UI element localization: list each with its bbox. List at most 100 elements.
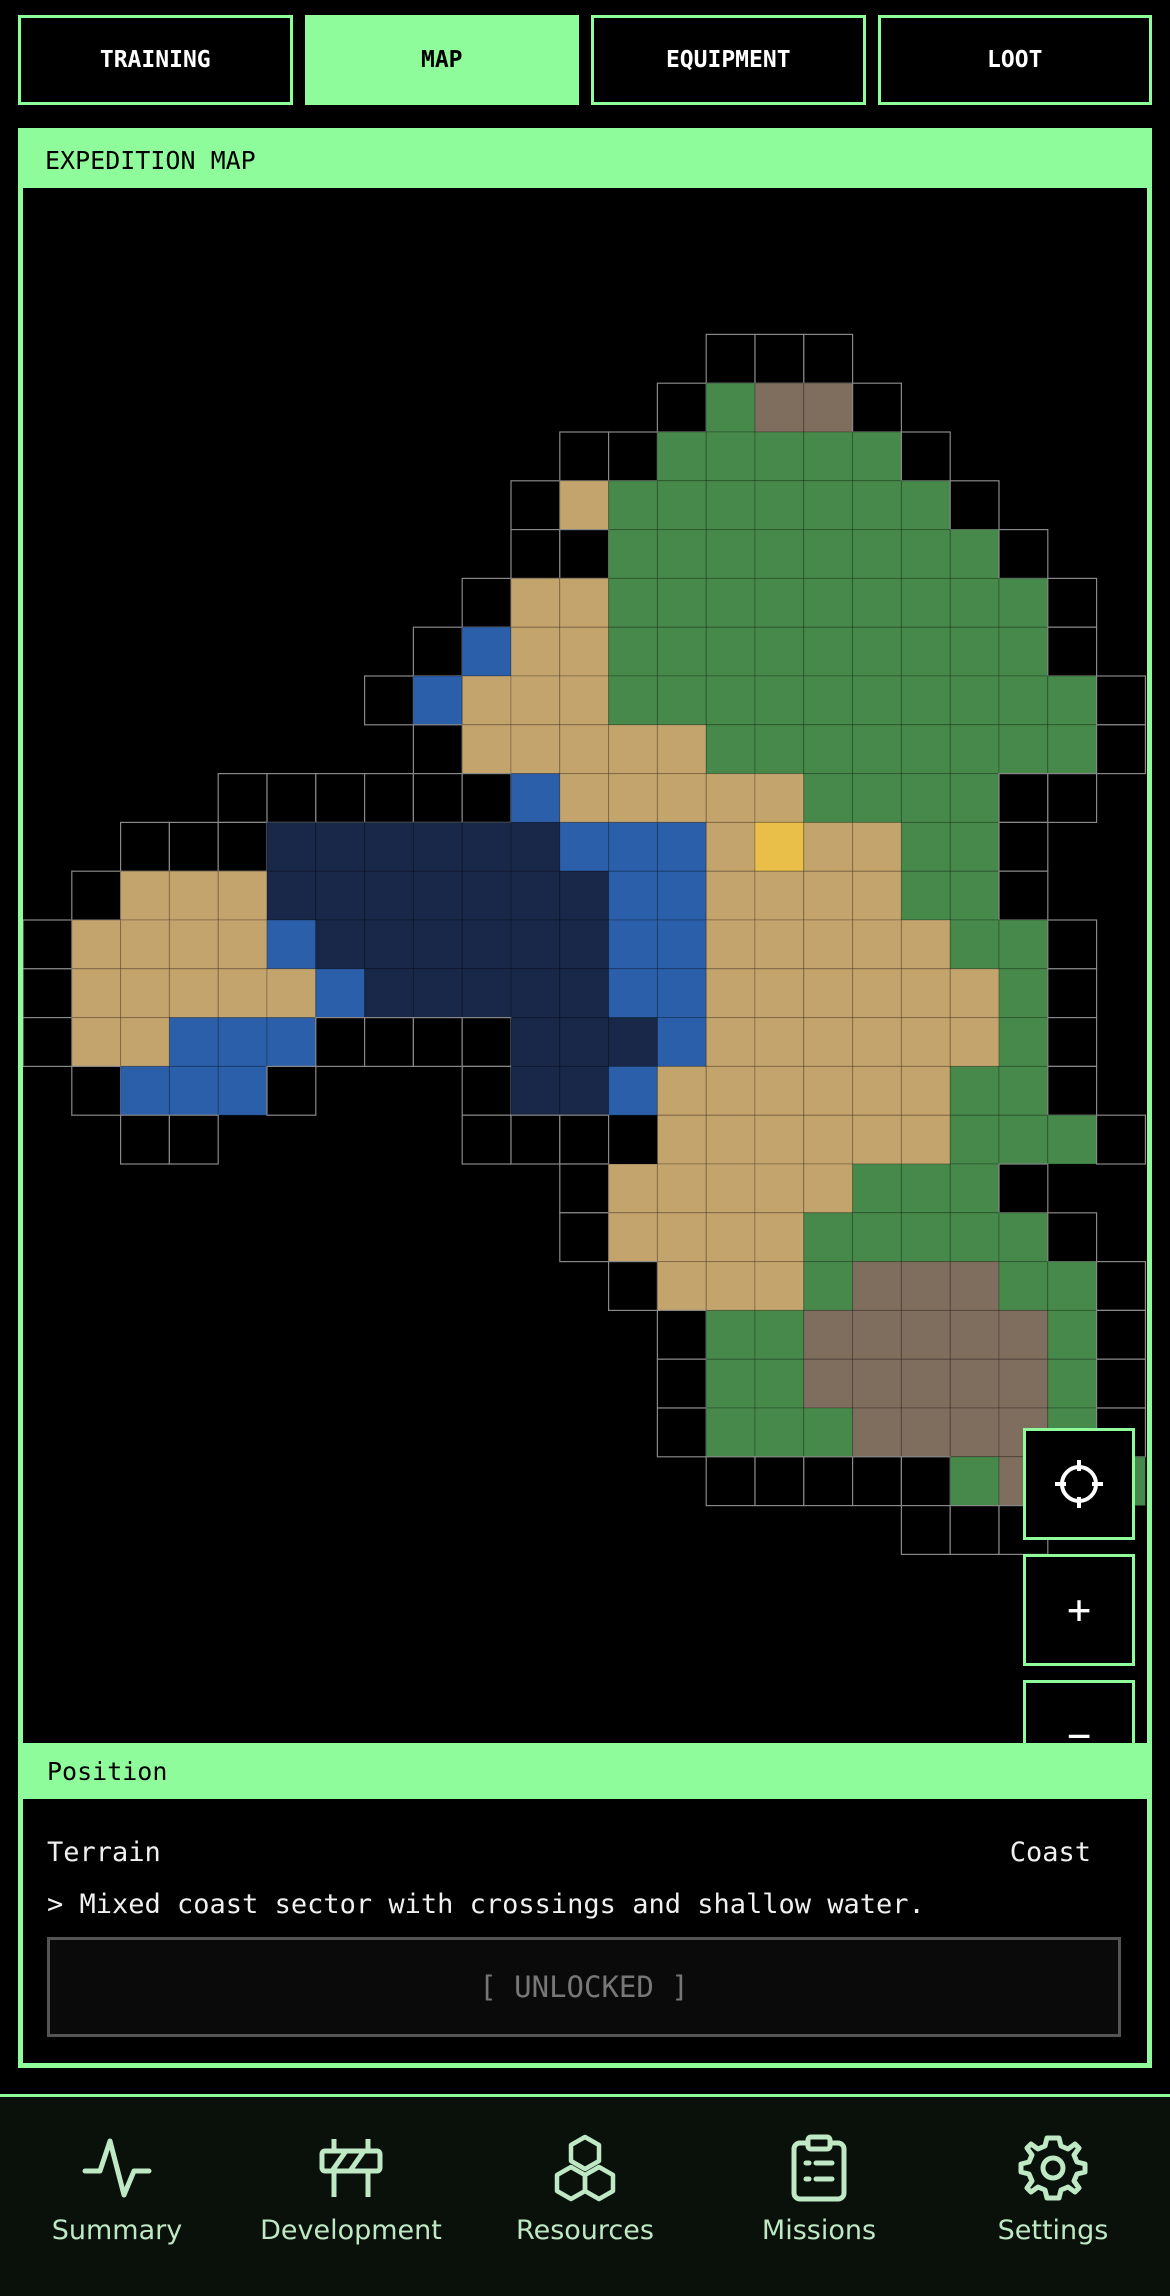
tab-loot[interactable]: LOOT [877, 15, 1152, 105]
grassland-tile[interactable] [852, 480, 902, 531]
fog-tile[interactable] [900, 1456, 951, 1507]
center-map-button[interactable] [1023, 1428, 1135, 1540]
deep-water-tile[interactable] [559, 919, 610, 970]
grassland-tile[interactable] [1047, 724, 1098, 775]
grassland-tile[interactable] [949, 577, 1000, 628]
fog-tile[interactable] [119, 821, 170, 872]
zoom-out-button[interactable]: − [1023, 1680, 1135, 1743]
sand-tile[interactable] [608, 1163, 658, 1214]
grassland-tile[interactable] [852, 431, 902, 482]
mountain-tile[interactable] [852, 1358, 902, 1409]
grassland-tile[interactable] [656, 431, 707, 482]
grassland-tile[interactable] [803, 1407, 854, 1458]
fog-tile[interactable] [559, 431, 610, 482]
shallow-water-tile[interactable] [656, 968, 707, 1019]
fog-tile[interactable] [998, 821, 1049, 872]
nav-resources[interactable]: Resources [468, 2097, 702, 2296]
mountain-tile[interactable] [803, 382, 854, 433]
shallow-water-tile[interactable] [217, 1017, 268, 1067]
sand-tile[interactable] [754, 1163, 805, 1214]
grassland-tile[interactable] [900, 1212, 951, 1263]
grassland-tile[interactable] [852, 724, 902, 775]
deep-water-tile[interactable] [266, 870, 317, 921]
shallow-water-tile[interactable] [120, 1065, 170, 1116]
mountain-tile[interactable] [900, 1309, 951, 1360]
grassland-tile[interactable] [900, 577, 951, 628]
grassland-tile[interactable] [656, 626, 707, 677]
sand-tile[interactable] [608, 724, 658, 775]
tab-map[interactable]: MAP [304, 15, 579, 105]
sand-tile[interactable] [754, 1065, 805, 1116]
fog-tile[interactable] [559, 529, 610, 580]
grassland-tile[interactable] [754, 626, 805, 677]
deep-water-tile[interactable] [559, 1017, 610, 1067]
nav-missions[interactable]: Missions [702, 2097, 936, 2296]
fog-tile[interactable] [1047, 919, 1098, 970]
fog-tile[interactable] [900, 1504, 951, 1555]
sand-tile[interactable] [266, 968, 317, 1019]
grassland-tile[interactable] [705, 675, 756, 726]
deep-water-tile[interactable] [510, 919, 561, 970]
fog-tile[interactable] [461, 1016, 512, 1067]
fog-tile[interactable] [1095, 1260, 1146, 1311]
fog-tile[interactable] [364, 1016, 415, 1067]
shallow-water-tile[interactable] [559, 821, 610, 872]
fog-tile[interactable] [168, 1114, 219, 1165]
grassland-tile[interactable] [852, 675, 902, 726]
grassland-tile[interactable] [754, 1407, 805, 1458]
fog-tile[interactable] [23, 1016, 73, 1067]
sand-tile[interactable] [120, 968, 170, 1019]
fog-tile[interactable] [266, 772, 317, 823]
fog-tile[interactable] [1047, 1065, 1098, 1116]
fog-tile[interactable] [998, 772, 1049, 823]
grassland-tile[interactable] [998, 577, 1049, 628]
grassland-tile[interactable] [900, 480, 951, 531]
shallow-water-tile[interactable] [656, 919, 707, 970]
shallow-water-tile[interactable] [656, 821, 707, 872]
fog-tile[interactable] [656, 382, 707, 433]
shallow-water-tile[interactable] [461, 626, 512, 677]
mountain-tile[interactable] [949, 1261, 1000, 1311]
grassland-tile[interactable] [852, 626, 902, 677]
shallow-water-tile[interactable] [608, 1065, 658, 1116]
mountain-tile[interactable] [900, 1407, 951, 1458]
fog-tile[interactable] [851, 382, 902, 433]
zoom-in-button[interactable]: + [1023, 1554, 1135, 1666]
grassland-tile[interactable] [803, 675, 854, 726]
grassland-tile[interactable] [705, 1407, 756, 1458]
sand-tile[interactable] [900, 1065, 951, 1116]
mountain-tile[interactable] [803, 1358, 854, 1409]
grassland-tile[interactable] [803, 577, 854, 628]
sand-tile[interactable] [852, 968, 902, 1019]
grassland-tile[interactable] [754, 1358, 805, 1409]
grassland-tile[interactable] [998, 724, 1049, 775]
deep-water-tile[interactable] [510, 968, 561, 1019]
fog-tile[interactable] [1047, 626, 1098, 677]
grassland-tile[interactable] [754, 480, 805, 531]
grassland-tile[interactable] [803, 626, 854, 677]
grassland-tile[interactable] [754, 529, 805, 579]
fog-tile[interactable] [803, 1456, 854, 1507]
sand-tile[interactable] [120, 919, 170, 970]
fog-tile[interactable] [510, 480, 561, 531]
grassland-tile[interactable] [656, 577, 707, 628]
mountain-tile[interactable] [998, 1358, 1049, 1409]
fog-tile[interactable] [168, 821, 219, 872]
grassland-tile[interactable] [705, 382, 756, 433]
grassland-tile[interactable] [998, 1212, 1049, 1263]
grassland-tile[interactable] [949, 1212, 1000, 1263]
grassland-tile[interactable] [900, 724, 951, 775]
fog-tile[interactable] [559, 1212, 610, 1263]
nav-settings[interactable]: Settings [936, 2097, 1170, 2296]
unlock-status-button[interactable]: [ UNLOCKED ] [47, 1937, 1121, 2037]
grassland-tile[interactable] [656, 675, 707, 726]
sand-tile[interactable] [559, 724, 610, 775]
fog-tile[interactable] [510, 529, 561, 580]
grassland-tile[interactable] [608, 480, 658, 531]
grassland-tile[interactable] [705, 480, 756, 531]
mountain-tile[interactable] [754, 382, 805, 433]
grassland-tile[interactable] [852, 529, 902, 579]
sand-tile[interactable] [559, 480, 610, 531]
grassland-tile[interactable] [998, 919, 1049, 970]
fog-tile[interactable] [1095, 675, 1146, 726]
